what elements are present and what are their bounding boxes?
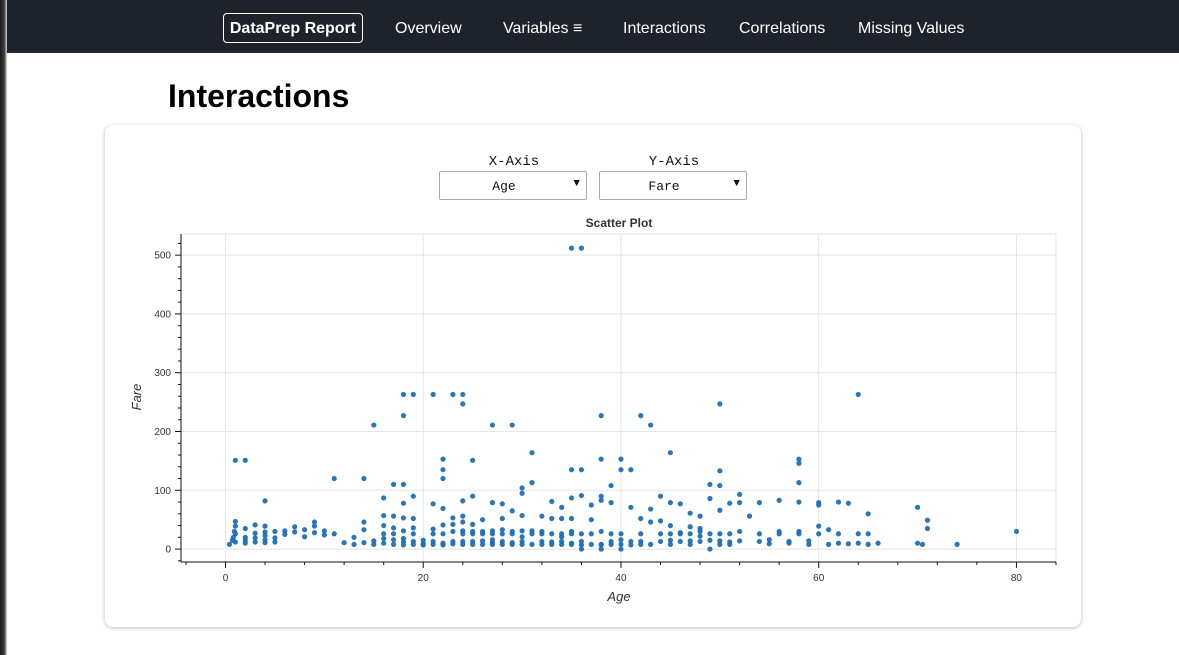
nav-missing-values[interactable]: Missing Values (858, 18, 964, 40)
x-axis-select[interactable]: Age ▼ (439, 171, 587, 200)
interactions-card (105, 125, 1081, 627)
chevron-down-icon: ▼ (733, 178, 740, 190)
nav-correlations[interactable]: Correlations (739, 18, 825, 40)
y-axis-select-value: Fare (648, 179, 680, 194)
y-axis-select[interactable]: Fare ▼ (599, 171, 747, 200)
y-axis-label: Y-Axis (648, 154, 700, 170)
x-axis-select-value: Age (492, 179, 516, 194)
top-navbar: DataPrep Report Overview Variables ≡ Int… (7, 0, 1179, 53)
nav-interactions[interactable]: Interactions (623, 18, 706, 40)
x-axis-label: X-Axis (488, 154, 540, 170)
nav-variables[interactable]: Variables ≡ (503, 18, 582, 40)
window-edge (0, 0, 7, 655)
nav-overview[interactable]: Overview (395, 18, 462, 40)
page-title: Interactions (168, 78, 350, 114)
chevron-down-icon: ▼ (573, 178, 580, 190)
brand-link[interactable]: DataPrep Report (223, 13, 363, 43)
